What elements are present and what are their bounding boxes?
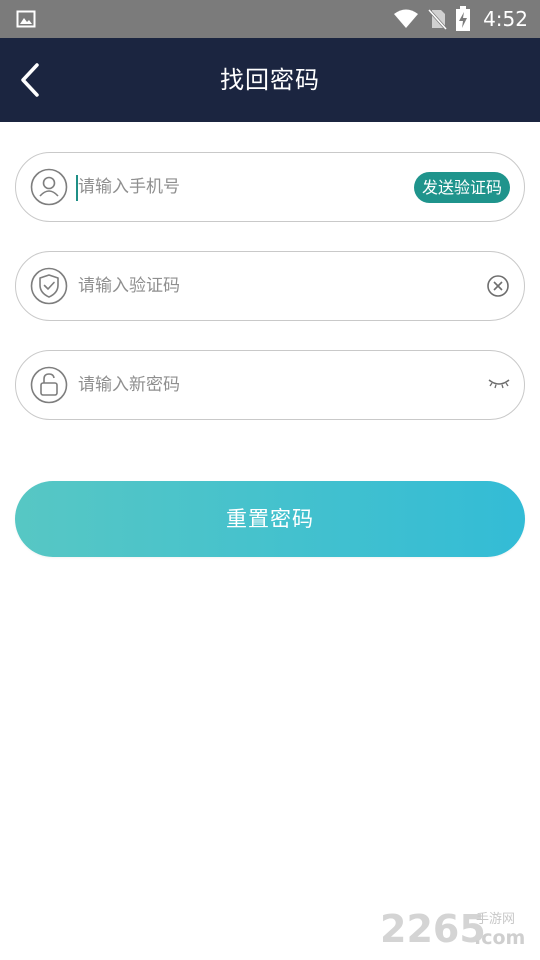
code-input[interactable] xyxy=(76,268,406,304)
password-field xyxy=(15,350,525,420)
user-icon xyxy=(30,168,68,206)
send-code-button[interactable]: 发送验证码 xyxy=(413,172,510,203)
clear-circle-icon[interactable] xyxy=(486,274,510,298)
watermark-suffix: .com xyxy=(474,927,525,949)
reset-password-button[interactable]: 重置密码 xyxy=(15,481,525,557)
app-header: 找回密码 xyxy=(0,38,540,122)
page-title: 找回密码 xyxy=(220,66,320,94)
watermark-brand: 2265 xyxy=(380,907,486,950)
phone-input[interactable] xyxy=(76,169,406,205)
image-icon xyxy=(16,10,36,28)
status-time: 4:52 xyxy=(483,7,528,31)
status-bar: 4:52 xyxy=(0,0,540,38)
phone-field: 发送验证码 xyxy=(15,152,525,222)
battery-charging-icon xyxy=(456,6,471,31)
watermark-logo: 2265 手游网 .com xyxy=(380,907,525,950)
shield-check-icon xyxy=(30,267,68,305)
password-input[interactable] xyxy=(76,367,406,403)
wifi-icon xyxy=(394,9,419,28)
code-field xyxy=(15,251,525,321)
status-icons: 4:52 xyxy=(393,0,528,38)
watermark-tag: 手游网 xyxy=(476,912,515,927)
lock-icon xyxy=(30,366,68,404)
no-sim-icon xyxy=(427,8,448,30)
eye-closed-icon[interactable] xyxy=(487,375,511,391)
